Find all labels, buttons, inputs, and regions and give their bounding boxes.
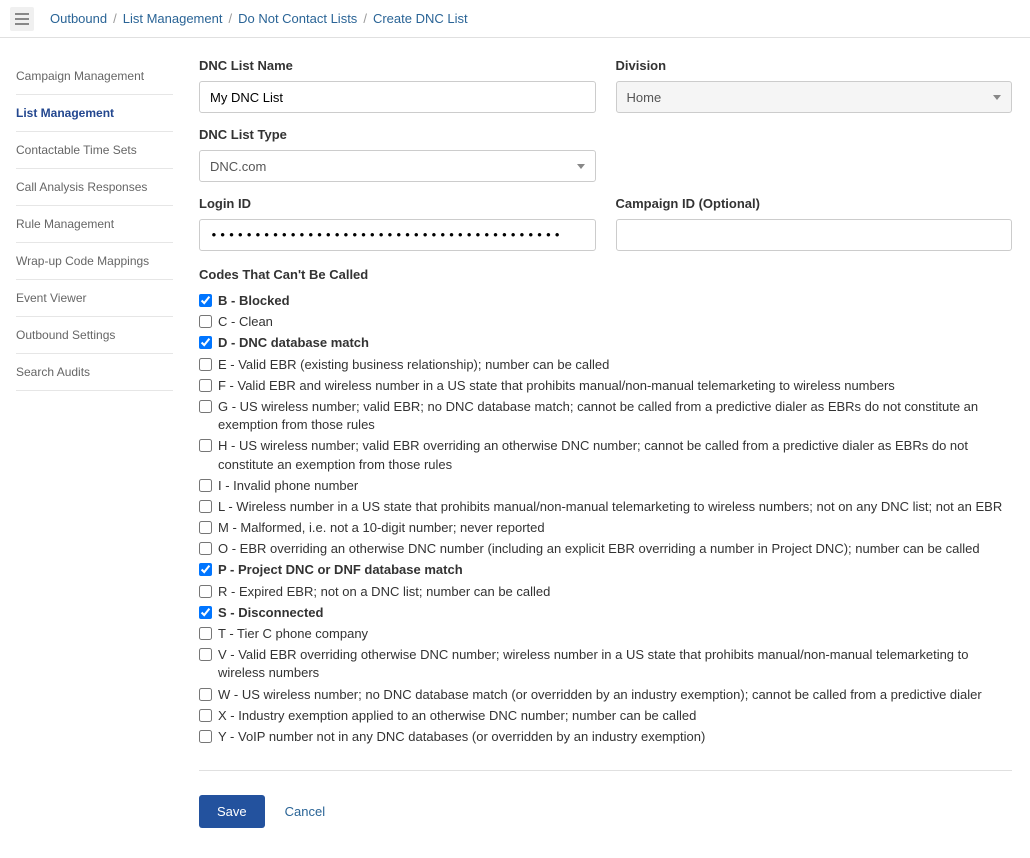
- code-checkbox[interactable]: [199, 606, 212, 619]
- breadcrumb-link[interactable]: List Management: [123, 11, 223, 26]
- sidebar: Campaign ManagementList ManagementContac…: [0, 38, 185, 858]
- code-item: W - US wireless number; no DNC database …: [199, 686, 1012, 704]
- breadcrumb-link[interactable]: Outbound: [50, 11, 107, 26]
- code-item: D - DNC database match: [199, 334, 1012, 352]
- code-item: G - US wireless number; valid EBR; no DN…: [199, 398, 1012, 434]
- code-checkbox[interactable]: [199, 315, 212, 328]
- code-checkbox[interactable]: [199, 400, 212, 413]
- code-checkbox[interactable]: [199, 500, 212, 513]
- code-item: T - Tier C phone company: [199, 625, 1012, 643]
- code-label[interactable]: F - Valid EBR and wireless number in a U…: [218, 377, 895, 395]
- code-item: X - Industry exemption applied to an oth…: [199, 707, 1012, 725]
- sidebar-item[interactable]: Contactable Time Sets: [16, 132, 173, 169]
- code-checkbox[interactable]: [199, 294, 212, 307]
- sidebar-item[interactable]: Wrap-up Code Mappings: [16, 243, 173, 280]
- code-checkbox[interactable]: [199, 521, 212, 534]
- code-item: F - Valid EBR and wireless number in a U…: [199, 377, 1012, 395]
- breadcrumb-link[interactable]: Create DNC List: [373, 11, 468, 26]
- dnc-type-select[interactable]: DNC.com: [199, 150, 596, 182]
- breadcrumb-link[interactable]: Do Not Contact Lists: [238, 11, 357, 26]
- dnc-type-value: DNC.com: [210, 159, 266, 174]
- divider: [199, 770, 1012, 771]
- code-label[interactable]: O - EBR overriding an otherwise DNC numb…: [218, 540, 980, 558]
- code-item: S - Disconnected: [199, 604, 1012, 622]
- sidebar-item[interactable]: Outbound Settings: [16, 317, 173, 354]
- breadcrumb: Outbound / List Management / Do Not Contact …: [50, 11, 468, 26]
- topbar: Outbound / List Management / Do Not Contact …: [0, 0, 1030, 38]
- code-label[interactable]: V - Valid EBR overriding otherwise DNC n…: [218, 646, 1012, 682]
- code-item: R - Expired EBR; not on a DNC list; numb…: [199, 583, 1012, 601]
- code-label[interactable]: E - Valid EBR (existing business relatio…: [218, 356, 609, 374]
- code-label[interactable]: W - US wireless number; no DNC database …: [218, 686, 982, 704]
- breadcrumb-separator: /: [113, 11, 117, 26]
- dnc-type-label: DNC List Type: [199, 127, 596, 142]
- division-value: Home: [627, 90, 662, 105]
- sidebar-item[interactable]: Rule Management: [16, 206, 173, 243]
- codes-list: B - Blocked C - Clean D - DNC database mat…: [199, 292, 1012, 746]
- code-label[interactable]: X - Industry exemption applied to an oth…: [218, 707, 696, 725]
- code-label[interactable]: M - Malformed, i.e. not a 10-digit numbe…: [218, 519, 545, 537]
- code-label[interactable]: B - Blocked: [218, 292, 290, 310]
- sidebar-item[interactable]: List Management: [16, 95, 173, 132]
- code-label[interactable]: R - Expired EBR; not on a DNC list; numb…: [218, 583, 550, 601]
- code-label[interactable]: C - Clean: [218, 313, 273, 331]
- campaign-id-label: Campaign ID (Optional): [616, 196, 1013, 211]
- code-label[interactable]: L - Wireless number in a US state that p…: [218, 498, 1002, 516]
- save-button[interactable]: Save: [199, 795, 265, 828]
- campaign-id-input[interactable]: [616, 219, 1013, 251]
- sidebar-item[interactable]: Event Viewer: [16, 280, 173, 317]
- code-checkbox[interactable]: [199, 648, 212, 661]
- code-item: H - US wireless number; valid EBR overri…: [199, 437, 1012, 473]
- code-item: B - Blocked: [199, 292, 1012, 310]
- code-checkbox[interactable]: [199, 336, 212, 349]
- code-checkbox[interactable]: [199, 730, 212, 743]
- code-checkbox[interactable]: [199, 439, 212, 452]
- code-item: L - Wireless number in a US state that p…: [199, 498, 1012, 516]
- code-checkbox[interactable]: [199, 563, 212, 576]
- chevron-down-icon: [993, 95, 1001, 100]
- login-id-input[interactable]: [199, 219, 596, 251]
- sidebar-item[interactable]: Campaign Management: [16, 58, 173, 95]
- code-label[interactable]: I - Invalid phone number: [218, 477, 358, 495]
- dnc-name-label: DNC List Name: [199, 58, 596, 73]
- code-label[interactable]: P - Project DNC or DNF database match: [218, 561, 463, 579]
- code-item: C - Clean: [199, 313, 1012, 331]
- main-content: DNC List Name Division Home DNC List Typ…: [185, 38, 1030, 858]
- code-item: I - Invalid phone number: [199, 477, 1012, 495]
- code-label[interactable]: H - US wireless number; valid EBR overri…: [218, 437, 1012, 473]
- code-label[interactable]: D - DNC database match: [218, 334, 369, 352]
- code-item: V - Valid EBR overriding otherwise DNC n…: [199, 646, 1012, 682]
- code-label[interactable]: S - Disconnected: [218, 604, 323, 622]
- login-id-label: Login ID: [199, 196, 596, 211]
- breadcrumb-separator: /: [228, 11, 232, 26]
- code-checkbox[interactable]: [199, 627, 212, 640]
- code-checkbox[interactable]: [199, 688, 212, 701]
- code-checkbox[interactable]: [199, 379, 212, 392]
- code-checkbox[interactable]: [199, 479, 212, 492]
- menu-icon[interactable]: [10, 7, 34, 31]
- sidebar-item[interactable]: Call Analysis Responses: [16, 169, 173, 206]
- actions-row: Save Cancel: [199, 795, 1012, 828]
- code-item: O - EBR overriding an otherwise DNC numb…: [199, 540, 1012, 558]
- code-label[interactable]: T - Tier C phone company: [218, 625, 368, 643]
- code-label[interactable]: G - US wireless number; valid EBR; no DN…: [218, 398, 1012, 434]
- division-select[interactable]: Home: [616, 81, 1013, 113]
- cancel-button[interactable]: Cancel: [285, 804, 325, 819]
- chevron-down-icon: [577, 164, 585, 169]
- code-checkbox[interactable]: [199, 585, 212, 598]
- code-item: P - Project DNC or DNF database match: [199, 561, 1012, 579]
- code-label[interactable]: Y - VoIP number not in any DNC databases…: [218, 728, 705, 746]
- code-checkbox[interactable]: [199, 358, 212, 371]
- division-label: Division: [616, 58, 1013, 73]
- sidebar-item[interactable]: Search Audits: [16, 354, 173, 391]
- code-item: Y - VoIP number not in any DNC databases…: [199, 728, 1012, 746]
- code-item: M - Malformed, i.e. not a 10-digit numbe…: [199, 519, 1012, 537]
- breadcrumb-separator: /: [363, 11, 367, 26]
- code-item: E - Valid EBR (existing business relatio…: [199, 356, 1012, 374]
- code-checkbox[interactable]: [199, 542, 212, 555]
- codes-section-title: Codes That Can't Be Called: [199, 267, 1012, 282]
- dnc-name-input[interactable]: [199, 81, 596, 113]
- code-checkbox[interactable]: [199, 709, 212, 722]
